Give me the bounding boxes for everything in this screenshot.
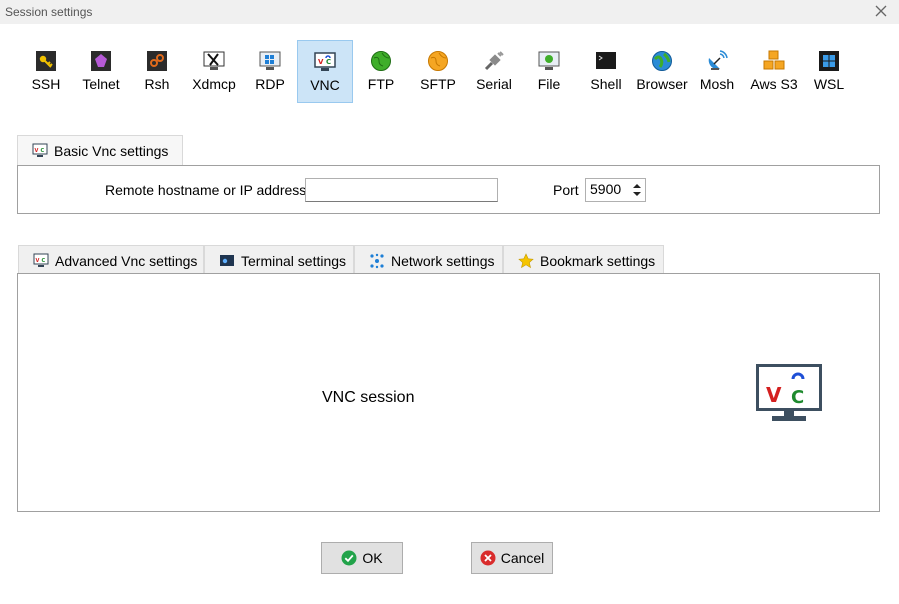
network-icon xyxy=(370,253,384,268)
protocol-label: SSH xyxy=(31,76,61,92)
port-stepper[interactable]: 5900 xyxy=(585,178,646,202)
protocol-label: RDP xyxy=(255,76,285,92)
protocol-label: Browser xyxy=(636,76,688,92)
tab-label: Terminal settings xyxy=(241,252,347,269)
protocol-label: Shell xyxy=(590,76,622,92)
basic-settings-panel: Remote hostname or IP address * Port 590… xyxy=(17,165,880,214)
protocol-aws-s3[interactable]: Aws S3 xyxy=(746,40,802,102)
svg-text:C: C xyxy=(41,148,45,154)
telnet-icon xyxy=(91,51,111,71)
ftp-globe-icon xyxy=(371,51,391,71)
protocol-label: Xdmcp xyxy=(192,76,236,92)
hostname-label: Remote hostname or IP address * xyxy=(105,182,316,198)
svg-text:V: V xyxy=(318,58,324,66)
tab-basic-vnc-settings[interactable]: V C Basic Vnc settings xyxy=(17,135,183,166)
protocol-rdp[interactable]: RDP xyxy=(243,40,297,102)
dialog-content: SSH Telnet Rsh Xdmcp RDP V C VNC FTP SFT… xyxy=(0,24,899,604)
vnc-logo-icon: V C xyxy=(756,364,822,421)
cancel-x-icon xyxy=(480,550,496,566)
advanced-settings-panel: VNC session V C xyxy=(17,273,880,512)
protocol-label: WSL xyxy=(813,76,845,92)
protocol-file[interactable]: File xyxy=(522,40,576,102)
serial-plug-icon xyxy=(484,51,504,71)
svg-text:V: V xyxy=(766,383,782,407)
tab-bookmark-settings[interactable]: Bookmark settings xyxy=(503,245,664,275)
port-value: 5900 xyxy=(590,181,622,197)
title-bar: Session settings xyxy=(0,0,899,24)
protocol-label: Telnet xyxy=(82,76,120,92)
window-title: Session settings xyxy=(5,5,93,19)
svg-text:V: V xyxy=(36,258,40,264)
ok-label: OK xyxy=(362,550,383,566)
cancel-button[interactable]: Cancel xyxy=(471,542,553,574)
vnc-icon: V C xyxy=(314,52,336,71)
svg-text:C: C xyxy=(42,258,46,264)
sftp-globe-icon xyxy=(428,51,448,71)
protocol-rsh[interactable]: Rsh xyxy=(130,40,184,102)
protocol-browser[interactable]: Browser xyxy=(634,40,690,102)
ssh-key-icon xyxy=(36,51,56,71)
ok-button[interactable]: OK xyxy=(321,542,403,574)
protocol-sftp[interactable]: SFTP xyxy=(410,40,466,102)
chevron-down-icon[interactable] xyxy=(633,192,641,196)
protocol-label: Mosh xyxy=(699,76,735,92)
rdp-icon xyxy=(259,51,281,70)
wsl-windows-icon xyxy=(819,51,839,71)
tab-label: Network settings xyxy=(391,252,495,269)
protocol-label: VNC xyxy=(310,77,340,93)
xdmcp-icon xyxy=(203,51,225,70)
protocol-label: Serial xyxy=(476,76,512,92)
mosh-satellite-icon xyxy=(708,50,728,70)
close-icon[interactable] xyxy=(873,3,889,19)
tab-terminal-settings[interactable]: Terminal settings xyxy=(204,245,354,275)
protocol-label: Aws S3 xyxy=(750,76,798,92)
tab-advanced-vnc-settings[interactable]: V C Advanced Vnc settings xyxy=(18,245,204,275)
svg-text:C: C xyxy=(791,387,804,408)
tab-label: Advanced Vnc settings xyxy=(55,252,198,269)
protocol-vnc[interactable]: V C VNC xyxy=(297,40,353,103)
protocol-label: Rsh xyxy=(144,76,170,92)
check-icon xyxy=(341,550,357,566)
star-icon xyxy=(518,252,534,268)
protocol-ssh[interactable]: SSH xyxy=(18,40,74,102)
tab-network-settings[interactable]: Network settings xyxy=(354,245,503,275)
vnc-monitor-icon: V C xyxy=(33,253,49,267)
file-monitor-icon xyxy=(538,51,560,70)
protocol-wsl[interactable]: WSL xyxy=(802,40,856,102)
chevron-up-icon[interactable] xyxy=(633,184,641,188)
protocol-label: File xyxy=(537,76,561,92)
shell-terminal-icon xyxy=(596,52,616,69)
svg-text:V: V xyxy=(35,148,39,154)
protocol-mosh[interactable]: Mosh xyxy=(690,40,744,102)
protocol-shell[interactable]: Shell xyxy=(578,40,634,102)
port-label: Port xyxy=(553,182,579,198)
cancel-label: Cancel xyxy=(500,550,545,566)
protocol-label: FTP xyxy=(367,76,395,92)
protocol-telnet[interactable]: Telnet xyxy=(74,40,128,102)
hostname-input[interactable] xyxy=(305,178,498,202)
protocol-serial[interactable]: Serial xyxy=(467,40,521,102)
tab-label: Bookmark settings xyxy=(540,252,656,269)
tab-label: Basic Vnc settings xyxy=(54,143,169,159)
terminal-icon xyxy=(220,254,234,266)
protocol-xdmcp[interactable]: Xdmcp xyxy=(186,40,242,102)
browser-globe-icon xyxy=(652,51,672,71)
session-title: VNC session xyxy=(322,389,415,406)
protocol-ftp[interactable]: FTP xyxy=(354,40,408,102)
protocol-label: SFTP xyxy=(420,76,456,92)
vnc-monitor-icon: V C xyxy=(32,143,48,157)
aws-s3-cubes-icon xyxy=(763,50,785,70)
rsh-icon xyxy=(147,51,167,71)
svg-text:C: C xyxy=(326,58,331,66)
